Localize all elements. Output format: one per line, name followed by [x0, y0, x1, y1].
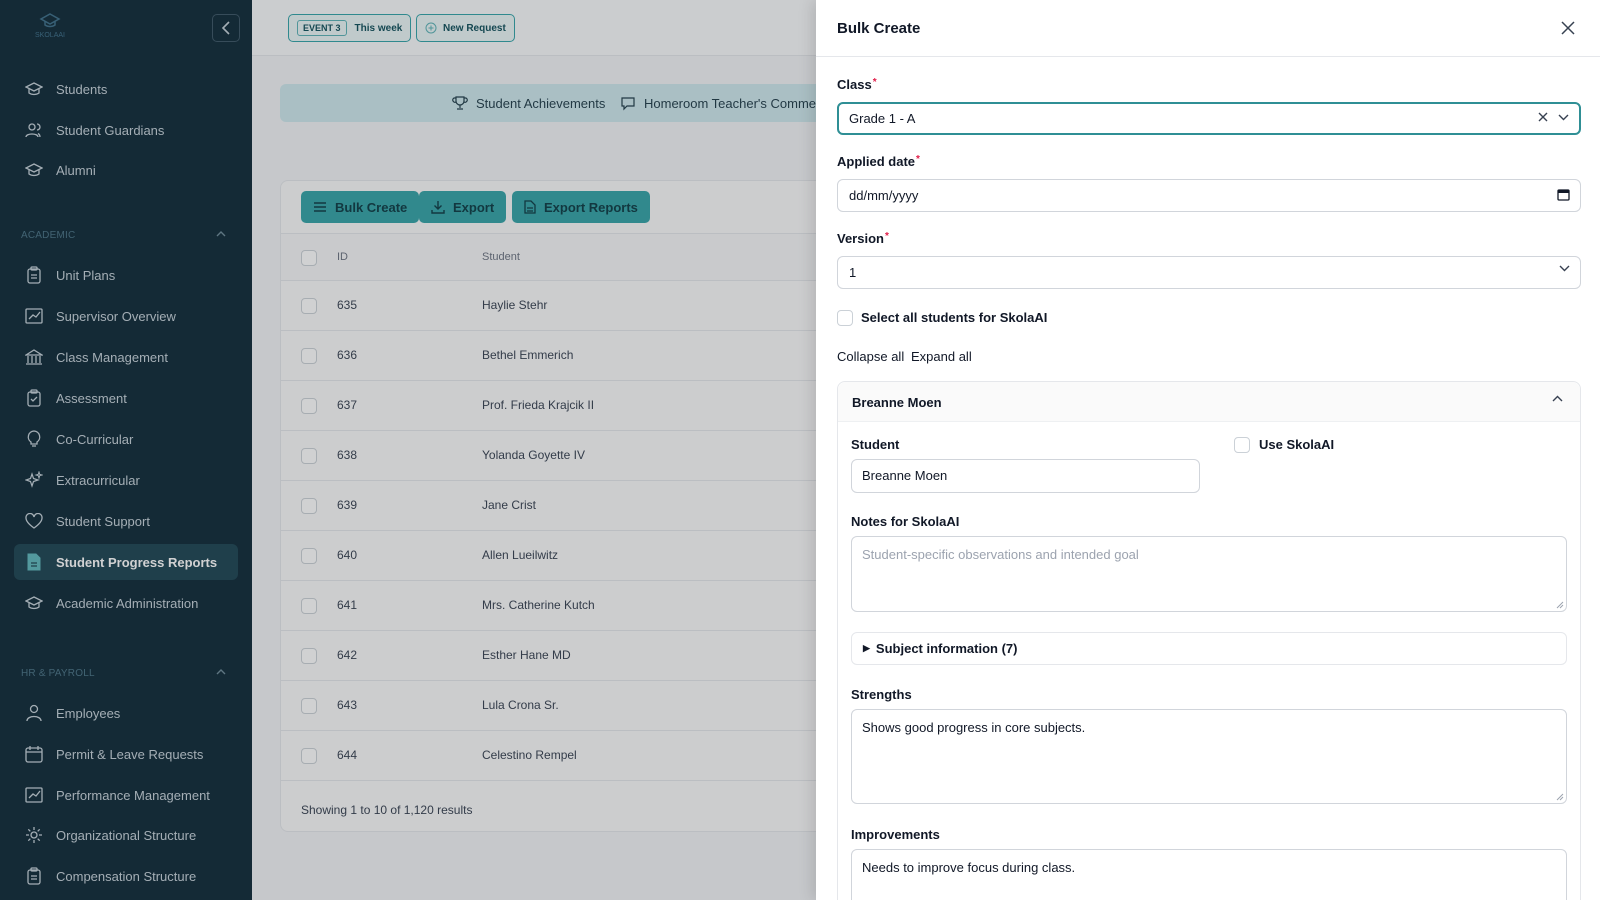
class-label-text: Class — [837, 77, 872, 92]
panel-header: Bulk Create — [816, 0, 1600, 57]
resize-handle-icon[interactable] — [1556, 601, 1564, 609]
subject-information-toggle[interactable]: ▶ Subject information (7) — [851, 632, 1567, 665]
collapse-all-link[interactable]: Collapse all — [837, 349, 904, 364]
date-placeholder: dd/mm/yyyy — [849, 188, 919, 203]
strengths-value: Shows good progress in core subjects. — [862, 720, 1086, 735]
select-all-students-checkbox[interactable] — [837, 310, 853, 326]
select-all-students-label[interactable]: Select all students for SkolaAI — [861, 310, 1047, 325]
class-label: Class* — [837, 77, 877, 92]
class-select-value: Grade 1 - A — [849, 111, 916, 126]
required-asterisk: * — [872, 77, 877, 88]
notes-placeholder: Student-specific observations and intend… — [862, 547, 1139, 562]
modal-backdrop[interactable] — [0, 0, 816, 900]
bulk-create-panel: Bulk Create Class* Grade 1 - A Applied d… — [816, 0, 1600, 900]
version-select[interactable]: 1 — [837, 256, 1581, 289]
close-button[interactable] — [1558, 18, 1578, 38]
version-label: Version* — [837, 231, 889, 246]
required-asterisk: * — [916, 154, 920, 165]
close-icon — [1561, 21, 1575, 35]
improvements-label: Improvements — [851, 827, 940, 842]
student-field-value: Breanne Moen — [862, 468, 948, 483]
applied-date-label-text: Applied date — [837, 154, 916, 169]
chevron-up-icon[interactable] — [1552, 395, 1563, 402]
version-label-text: Version — [837, 231, 884, 246]
caret-right-icon: ▶ — [863, 643, 870, 653]
clear-icon[interactable] — [1538, 112, 1548, 122]
improvements-textarea[interactable]: Needs to improve focus during class. — [851, 849, 1567, 900]
calendar-icon[interactable] — [1557, 188, 1570, 201]
notes-label: Notes for SkolaAI — [851, 514, 960, 529]
student-field-label: Student — [851, 437, 900, 452]
use-skolaai-checkbox[interactable] — [1234, 437, 1250, 453]
student-card-header[interactable]: Breanne Moen — [838, 382, 1580, 422]
student-card-title: Breanne Moen — [852, 395, 942, 410]
improvements-value: Needs to improve focus during class. — [862, 860, 1076, 875]
subject-information-label: Subject information (7) — [875, 641, 1018, 656]
student-field[interactable]: Breanne Moen — [851, 459, 1200, 493]
required-asterisk: * — [884, 231, 889, 242]
chevron-down-icon — [1558, 114, 1569, 120]
class-select[interactable]: Grade 1 - A — [837, 102, 1581, 135]
strengths-textarea[interactable]: Shows good progress in core subjects. — [851, 709, 1567, 804]
panel-title: Bulk Create — [837, 20, 921, 37]
student-card: Breanne Moen Student Breanne Moen Use Sk… — [837, 381, 1581, 900]
expand-all-link[interactable]: Expand all — [911, 349, 972, 364]
applied-date-label: Applied date* — [837, 154, 920, 169]
applied-date-input[interactable]: dd/mm/yyyy — [837, 179, 1581, 212]
resize-handle-icon[interactable] — [1556, 793, 1564, 801]
strengths-label: Strengths — [851, 687, 912, 702]
chevron-down-icon — [1559, 265, 1570, 272]
notes-textarea[interactable]: Student-specific observations and intend… — [851, 536, 1567, 612]
version-select-value: 1 — [849, 265, 857, 280]
use-skolaai-label[interactable]: Use SkolaAI — [1259, 437, 1334, 452]
